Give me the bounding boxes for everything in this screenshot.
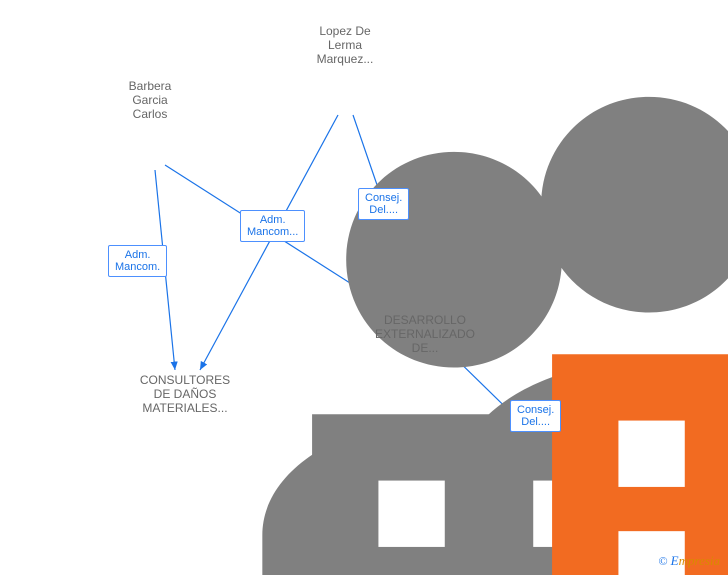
node-lopez[interactable]: Lopez De Lerma Marquez... <box>285 25 405 70</box>
copyright-symbol: © <box>659 554 668 568</box>
node-desarrollo[interactable]: DESARROLLO EXTERNALIZADO DE... <box>365 310 485 359</box>
watermark: ©Empresia <box>659 553 720 569</box>
edge-label-consej-del-2[interactable]: Consej. Del.... <box>510 400 561 432</box>
node-barbera[interactable]: Barbera Garcia Carlos <box>90 80 210 125</box>
watermark-rest: mpresia <box>679 553 720 568</box>
edge-label-consej-del-1[interactable]: Consej. Del.... <box>358 188 409 220</box>
diagram-canvas: Barbera Garcia Carlos Lopez De Lerma Mar… <box>0 0 728 575</box>
node-consultores[interactable]: CONSULTORES DE DAÑOS MATERIALES... <box>125 370 245 419</box>
watermark-e: E <box>671 553 679 568</box>
edge-label-adm-mancom-1[interactable]: Adm. Mancom. <box>108 245 167 277</box>
edge-label-adm-mancom-2[interactable]: Adm. Mancom... <box>240 210 305 242</box>
